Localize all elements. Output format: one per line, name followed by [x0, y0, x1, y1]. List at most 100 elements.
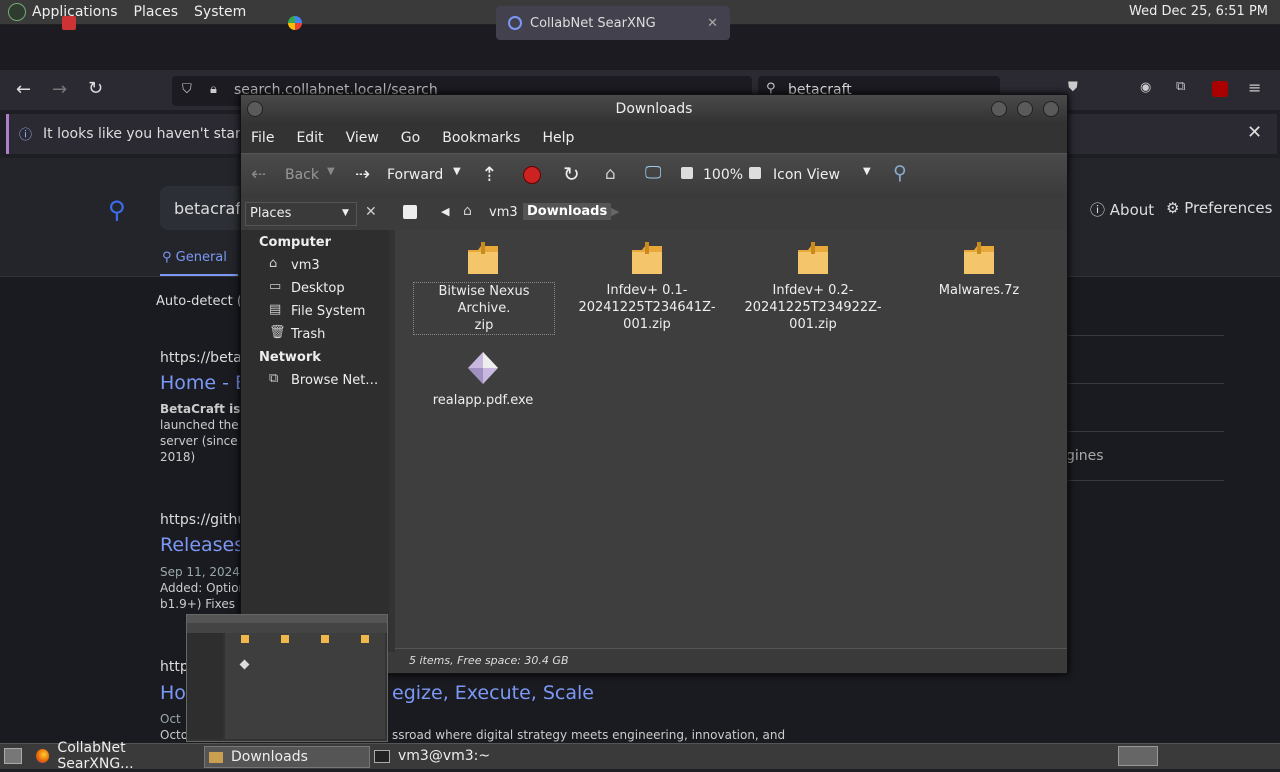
up-icon[interactable]: ⇡: [481, 162, 498, 186]
forward-dropdown-icon[interactable]: ▼: [453, 166, 461, 177]
lock-icon[interactable]: 🔒︎: [210, 82, 217, 97]
result-3-title-suffix[interactable]: egize, Execute, Scale: [392, 682, 594, 704]
search-icon[interactable]: ⚲: [893, 162, 907, 184]
tab-general[interactable]: ⚲ General: [162, 250, 227, 265]
account-icon[interactable]: ◉: [1140, 80, 1151, 95]
minimize-icon[interactable]: [991, 101, 1007, 117]
path-right-icon[interactable]: ▶: [611, 205, 619, 218]
back-icon[interactable]: ⇠: [251, 164, 266, 185]
result-2-title[interactable]: Releases: [160, 534, 244, 556]
clock[interactable]: Wed Dec 25, 6:51 PM: [1129, 4, 1268, 19]
show-desktop-icon[interactable]: [4, 748, 22, 764]
computer-icon[interactable]: 🖵︎: [645, 163, 661, 183]
menu-go[interactable]: Go: [401, 130, 420, 146]
sidebar-item-trash[interactable]: Trash: [291, 327, 325, 342]
applications-logo-icon[interactable]: [8, 3, 26, 21]
searx-search-input[interactable]: betacraft: [160, 186, 250, 230]
auto-detect[interactable]: Auto-detect (e: [156, 294, 250, 309]
result-2-date: Sep 11, 2024: [160, 565, 240, 579]
zoom-in-icon[interactable]: [749, 167, 761, 179]
sidebar-item-desktop[interactable]: Desktop: [291, 281, 345, 296]
crumb-vm3[interactable]: vm3: [489, 205, 518, 220]
browser-tab-active[interactable]: CollabNet SearXNG ✕: [496, 6, 730, 40]
edit-location-icon[interactable]: [403, 205, 417, 219]
taskbar-item-label: CollabNet SearXNG...: [57, 740, 134, 772]
sidebar-heading-computer: Computer: [259, 235, 332, 250]
workspace-switcher[interactable]: [1118, 746, 1158, 766]
snippet-line: server (since: [160, 434, 238, 448]
menu-hamburger-icon[interactable]: ≡: [1248, 78, 1261, 97]
side-pane-selector[interactable]: Places ▼: [245, 202, 357, 226]
window-preview-thumbnail[interactable]: [186, 614, 388, 742]
extensions-icon[interactable]: ⧉: [1176, 79, 1185, 94]
thumb-titlebar: [187, 615, 387, 623]
taskbar-item-terminal[interactable]: vm3@vm3:~: [374, 746, 538, 766]
notice-close-icon[interactable]: ✕: [1247, 122, 1262, 143]
info-icon: ⓘ: [19, 128, 33, 143]
fm-statusbar: 5 items, Free space: 30.4 GB: [395, 648, 1067, 673]
crumb-downloads[interactable]: Downloads: [523, 203, 612, 220]
result-2-url[interactable]: https://githut: [160, 512, 252, 528]
pocket-icon[interactable]: ⛊: [1068, 80, 1078, 95]
fm-icon-view: Bitwise Nexus Archive. zip Infdev+ 0.1- …: [395, 230, 1067, 648]
close-side-pane-icon[interactable]: ✕: [365, 204, 377, 220]
tab-close-icon[interactable]: ✕: [707, 16, 718, 31]
browser-tab-2[interactable]: [276, 6, 500, 40]
close-icon[interactable]: [1043, 101, 1059, 117]
result-2-snippet: Added: Option b1.9+) Fixes: [160, 580, 246, 612]
fm-titlebar[interactable]: Downloads: [241, 95, 1067, 123]
taskbar-item-downloads[interactable]: Downloads: [204, 746, 370, 768]
about-link[interactable]: ⓘ About: [1090, 199, 1154, 220]
path-left-icon[interactable]: ◀: [441, 205, 449, 218]
menu-edit[interactable]: Edit: [296, 130, 323, 146]
google-icon: [288, 16, 302, 30]
searx-query[interactable]: betacraft: [174, 199, 247, 218]
stop-icon[interactable]: [523, 166, 541, 184]
browser-tab-1[interactable]: [50, 6, 282, 40]
shield-icon[interactable]: ⛉: [182, 82, 192, 97]
reload-icon[interactable]: ↻: [88, 78, 103, 99]
view-mode-select[interactable]: Icon View: [773, 167, 840, 183]
sidebar-divider: [1066, 335, 1224, 336]
menu-help[interactable]: Help: [542, 130, 574, 146]
sidebar-item-filesystem[interactable]: File System: [291, 304, 365, 319]
drive-icon: ▤: [269, 302, 282, 317]
back-arrow-icon[interactable]: ←: [16, 79, 31, 100]
searx-logo-icon[interactable]: ⚲: [108, 196, 126, 224]
gmail-icon: [62, 16, 76, 30]
forward-icon[interactable]: ⇢: [355, 164, 370, 185]
taskbar-item-browser[interactable]: CollabNet SearXNG...: [36, 740, 200, 772]
menu-bookmarks[interactable]: Bookmarks: [442, 130, 520, 146]
forward-button[interactable]: Forward: [387, 167, 443, 183]
sidebar-item-browse-network[interactable]: Browse Net…: [291, 373, 378, 388]
menu-file[interactable]: File: [251, 130, 274, 146]
menu-view[interactable]: View: [346, 130, 379, 146]
thumb-exe-icon: [239, 659, 250, 670]
maximize-icon[interactable]: [1017, 101, 1033, 117]
result-3-url[interactable]: http: [160, 659, 189, 675]
ublock-icon[interactable]: [1212, 81, 1228, 97]
result-1-title[interactable]: Home - B: [160, 372, 248, 394]
result-1-url[interactable]: https://betac: [160, 350, 249, 366]
file-name-line: realapp.pdf.exe: [432, 393, 534, 408]
archive-icon: [468, 242, 498, 274]
forward-arrow-icon[interactable]: →: [52, 79, 67, 100]
preferences-link[interactable]: ⚙ Preferences: [1166, 199, 1272, 217]
archive-icon: [798, 242, 828, 274]
view-dropdown-icon[interactable]: ▼: [863, 166, 871, 177]
sidebar-item-vm3[interactable]: vm3: [291, 258, 320, 273]
folder-icon: [209, 751, 223, 763]
reload-icon[interactable]: ↻: [563, 162, 580, 186]
back-dropdown-icon[interactable]: ▼: [327, 166, 335, 177]
home-folder-icon[interactable]: ⌂: [605, 164, 616, 184]
engines-fragment: gines: [1066, 448, 1104, 464]
file-name-line: Infdev+ 0.2-: [772, 283, 854, 298]
about-label: About: [1109, 201, 1155, 219]
file-name: Infdev+ 0.2- 20241225T234922Z- 001.zip: [743, 282, 883, 333]
back-button[interactable]: Back: [285, 167, 319, 183]
home-icon: ⌂: [269, 256, 278, 271]
file-name-line: 001.zip: [789, 317, 837, 332]
zoom-out-icon[interactable]: [681, 167, 693, 179]
fm-sidebar: Computer ⌂ vm3 ▭ Desktop ▤ File System 🗑…: [241, 230, 390, 652]
general-search-icon: ⚲: [162, 250, 176, 265]
